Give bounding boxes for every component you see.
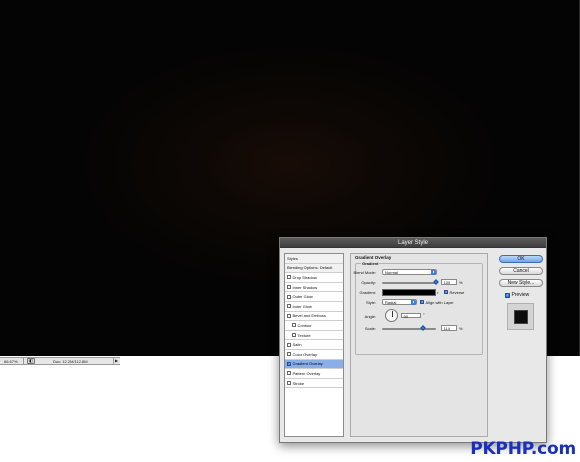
layer-style-dialog: Layer Style Styles Blending Options: Defa… bbox=[279, 237, 547, 443]
angle-dial[interactable] bbox=[385, 309, 398, 322]
reverse-label: Reverse bbox=[449, 289, 465, 295]
style-item-label: Inner Shadow bbox=[292, 284, 318, 290]
style-checkbox-icon[interactable] bbox=[287, 275, 291, 280]
blend-mode-label: Blend Mode: bbox=[353, 270, 376, 275]
style-item-contour[interactable]: Contour bbox=[285, 321, 343, 331]
style-checkbox-icon[interactable] bbox=[287, 294, 291, 299]
style-item-label: Stroke bbox=[292, 380, 305, 386]
gradient-dropdown-icon[interactable]: ▾ bbox=[437, 290, 441, 296]
opacity-slider-track[interactable] bbox=[382, 282, 436, 284]
status-bar: 66.67% ◧ Doc: 12.2M/112.8M ▶ bbox=[0, 357, 120, 365]
styles-list: Styles Blending Options: Default Drop Shad… bbox=[284, 253, 344, 437]
style-item-label: Bevel and Emboss bbox=[292, 313, 326, 319]
new-style-button[interactable]: New Style... bbox=[499, 279, 543, 287]
blending-options-item[interactable]: Blending Options: Default bbox=[285, 263, 343, 274]
align-with-layer-label: Align with Layer bbox=[425, 299, 454, 305]
style-label: Style: bbox=[365, 300, 376, 305]
style-item-pattern-overlay[interactable]: Pattern Overlay bbox=[285, 369, 343, 379]
preview-swatch bbox=[507, 303, 534, 330]
align-with-layer-checkbox[interactable]: ✓ Align with Layer bbox=[420, 300, 454, 305]
scale-unit: % bbox=[459, 325, 463, 331]
scale-input[interactable]: 114 bbox=[441, 325, 457, 331]
reverse-check-icon: ✓ bbox=[444, 290, 448, 294]
group-title: Gradient bbox=[361, 261, 380, 266]
gradient-label: Gradient: bbox=[359, 290, 376, 295]
angle-label: Angle: bbox=[364, 314, 376, 319]
style-item-gradient-overlay[interactable]: ✓ Gradient Overlay bbox=[285, 359, 343, 370]
opacity-slider-knob[interactable] bbox=[433, 279, 439, 285]
scale-label: Scale: bbox=[364, 326, 376, 331]
gradient-group: Gradient Blend Mode: Normal ⬍ Opacity: 1… bbox=[354, 261, 483, 355]
preview-label: Preview bbox=[511, 292, 530, 298]
style-checkbox-icon[interactable] bbox=[287, 352, 291, 357]
style-checkbox-icon[interactable] bbox=[287, 304, 291, 309]
chevron-updown-icon: ⬍ bbox=[411, 300, 416, 305]
chevron-updown-icon: ⬍ bbox=[431, 270, 436, 275]
style-item-label: Contour bbox=[297, 322, 312, 328]
blend-mode-value: Normal bbox=[385, 270, 398, 275]
preview-checkbox[interactable]: ✓ Preview bbox=[505, 292, 529, 298]
opacity-unit: % bbox=[459, 279, 463, 285]
style-checkbox-icon[interactable] bbox=[287, 313, 291, 318]
style-checkbox-icon[interactable] bbox=[287, 381, 291, 386]
preview-thumbnail bbox=[513, 309, 528, 324]
gradient-picker[interactable]: ▾ bbox=[382, 289, 439, 296]
zoom-level[interactable]: 66.67% bbox=[0, 358, 24, 364]
angle-input[interactable]: 90 bbox=[401, 312, 421, 318]
document-size: Doc: 12.2M/112.8M bbox=[53, 358, 88, 364]
style-item-label: Pattern Overlay bbox=[292, 370, 321, 376]
style-checkbox-icon[interactable] bbox=[292, 323, 296, 328]
status-info-icon[interactable]: ◧ bbox=[27, 358, 35, 364]
style-item-texture[interactable]: Texture bbox=[285, 331, 343, 341]
style-item-color-overlay[interactable]: Color Overlay bbox=[285, 350, 343, 360]
angle-center-icon bbox=[391, 315, 393, 317]
style-checkbox-icon[interactable] bbox=[287, 342, 291, 347]
style-checkbox-icon[interactable] bbox=[287, 285, 291, 290]
angle-unit: ° bbox=[423, 312, 425, 317]
align-check-icon: ✓ bbox=[420, 300, 424, 304]
gradient-overlay-panel: Gradient Overlay Gradient Blend Mode: No… bbox=[350, 253, 488, 437]
blend-mode-select[interactable]: Normal ⬍ bbox=[382, 269, 437, 275]
style-item-drop-shadow[interactable]: Drop Shadow bbox=[285, 273, 343, 283]
scale-slider-track[interactable] bbox=[382, 328, 436, 330]
preview-check-icon: ✓ bbox=[505, 292, 510, 298]
ok-button[interactable]: OK bbox=[499, 255, 543, 263]
style-item-label: Color Overlay bbox=[292, 351, 317, 357]
style-item-outer-glow[interactable]: Outer Glow bbox=[285, 292, 343, 302]
cancel-button[interactable]: Cancel bbox=[499, 267, 543, 275]
style-item-stroke[interactable]: Stroke bbox=[285, 379, 343, 389]
style-checkbox-icon[interactable] bbox=[287, 371, 291, 376]
style-item-label: Drop Shadow bbox=[292, 274, 317, 280]
opacity-input[interactable]: 100 bbox=[441, 279, 457, 285]
style-item-satin[interactable]: Satin bbox=[285, 340, 343, 350]
style-item-label: Satin bbox=[292, 342, 302, 348]
reverse-checkbox[interactable]: ✓ Reverse bbox=[444, 290, 464, 295]
style-item-label: Texture bbox=[297, 332, 311, 338]
style-item-label: Gradient Overlay bbox=[292, 361, 323, 367]
watermark: PKPHP.com bbox=[470, 439, 576, 459]
scale-slider-knob[interactable] bbox=[420, 325, 426, 331]
style-item-inner-glow[interactable]: Inner Glow bbox=[285, 302, 343, 312]
styles-header[interactable]: Styles bbox=[285, 254, 343, 264]
style-item-label: Blending Options: Default bbox=[287, 265, 333, 271]
status-menu-arrow-icon[interactable]: ▶ bbox=[113, 358, 119, 364]
dialog-title: Layer Style bbox=[280, 238, 546, 248]
style-item-bevel-and-emboss[interactable]: Bevel and Emboss bbox=[285, 312, 343, 322]
style-item-label: Inner Glow bbox=[292, 303, 312, 309]
style-item-label: Outer Glow bbox=[292, 294, 313, 300]
style-checkbox-icon[interactable] bbox=[292, 333, 296, 338]
style-checkbox-icon[interactable]: ✓ bbox=[287, 361, 291, 366]
style-item-inner-shadow[interactable]: Inner Shadow bbox=[285, 283, 343, 293]
style-select[interactable]: Radial ⬍ bbox=[382, 299, 417, 305]
section-title: Gradient Overlay bbox=[355, 255, 392, 260]
style-value: Radial bbox=[385, 300, 397, 305]
opacity-label: Opacity: bbox=[361, 280, 376, 285]
style-item-label: Styles bbox=[287, 255, 298, 261]
